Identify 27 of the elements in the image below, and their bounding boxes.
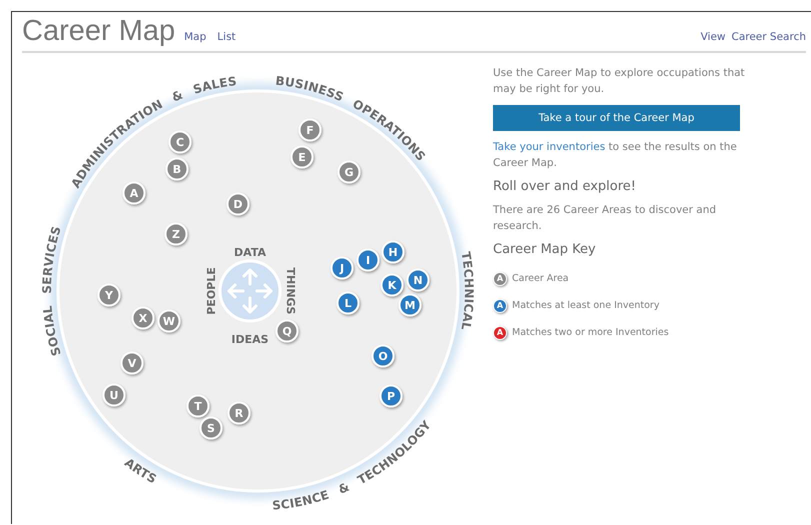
key-marker: A xyxy=(493,272,507,286)
key-heading: Career Map Key xyxy=(493,242,597,257)
region-label: & xyxy=(170,88,185,105)
map-link[interactable]: Map xyxy=(184,31,206,43)
axis-label: PEOPLE xyxy=(205,267,218,315)
list-link[interactable]: List xyxy=(217,31,236,43)
region-label: SCIENCE xyxy=(272,488,331,513)
key-label: Matches at least one Inventory xyxy=(512,300,660,311)
key-label: Career Area xyxy=(512,273,569,284)
region-label: SALES xyxy=(191,74,238,97)
key-marker: A xyxy=(493,326,507,340)
axis-label: THINGS xyxy=(284,268,297,314)
inventories-link[interactable]: Take your inventories xyxy=(493,141,606,153)
intro-text: Use the Career Map to explore occupations that may be right for you. xyxy=(493,66,745,97)
direction-arrows-icon xyxy=(218,260,282,322)
key-marker: A xyxy=(493,298,507,312)
page-title: Career Map xyxy=(22,14,176,49)
axis-label: IDEAS xyxy=(231,333,269,346)
career-search-link[interactable]: Career Search xyxy=(732,31,806,43)
region-label: & xyxy=(336,480,352,497)
inventories-text: Take your inventories to see the results on the Career Map. xyxy=(493,140,738,171)
key-label: Matches two or more Inventories xyxy=(512,327,669,338)
explore-heading: Roll over and explore! xyxy=(493,179,638,194)
areas-text: There are 26 Career Areas to discover and research. xyxy=(493,203,718,234)
tour-button[interactable]: Take a tour of the Career Map xyxy=(493,105,740,131)
axis-label: DATA xyxy=(234,246,266,260)
view-link[interactable]: View xyxy=(700,31,726,43)
